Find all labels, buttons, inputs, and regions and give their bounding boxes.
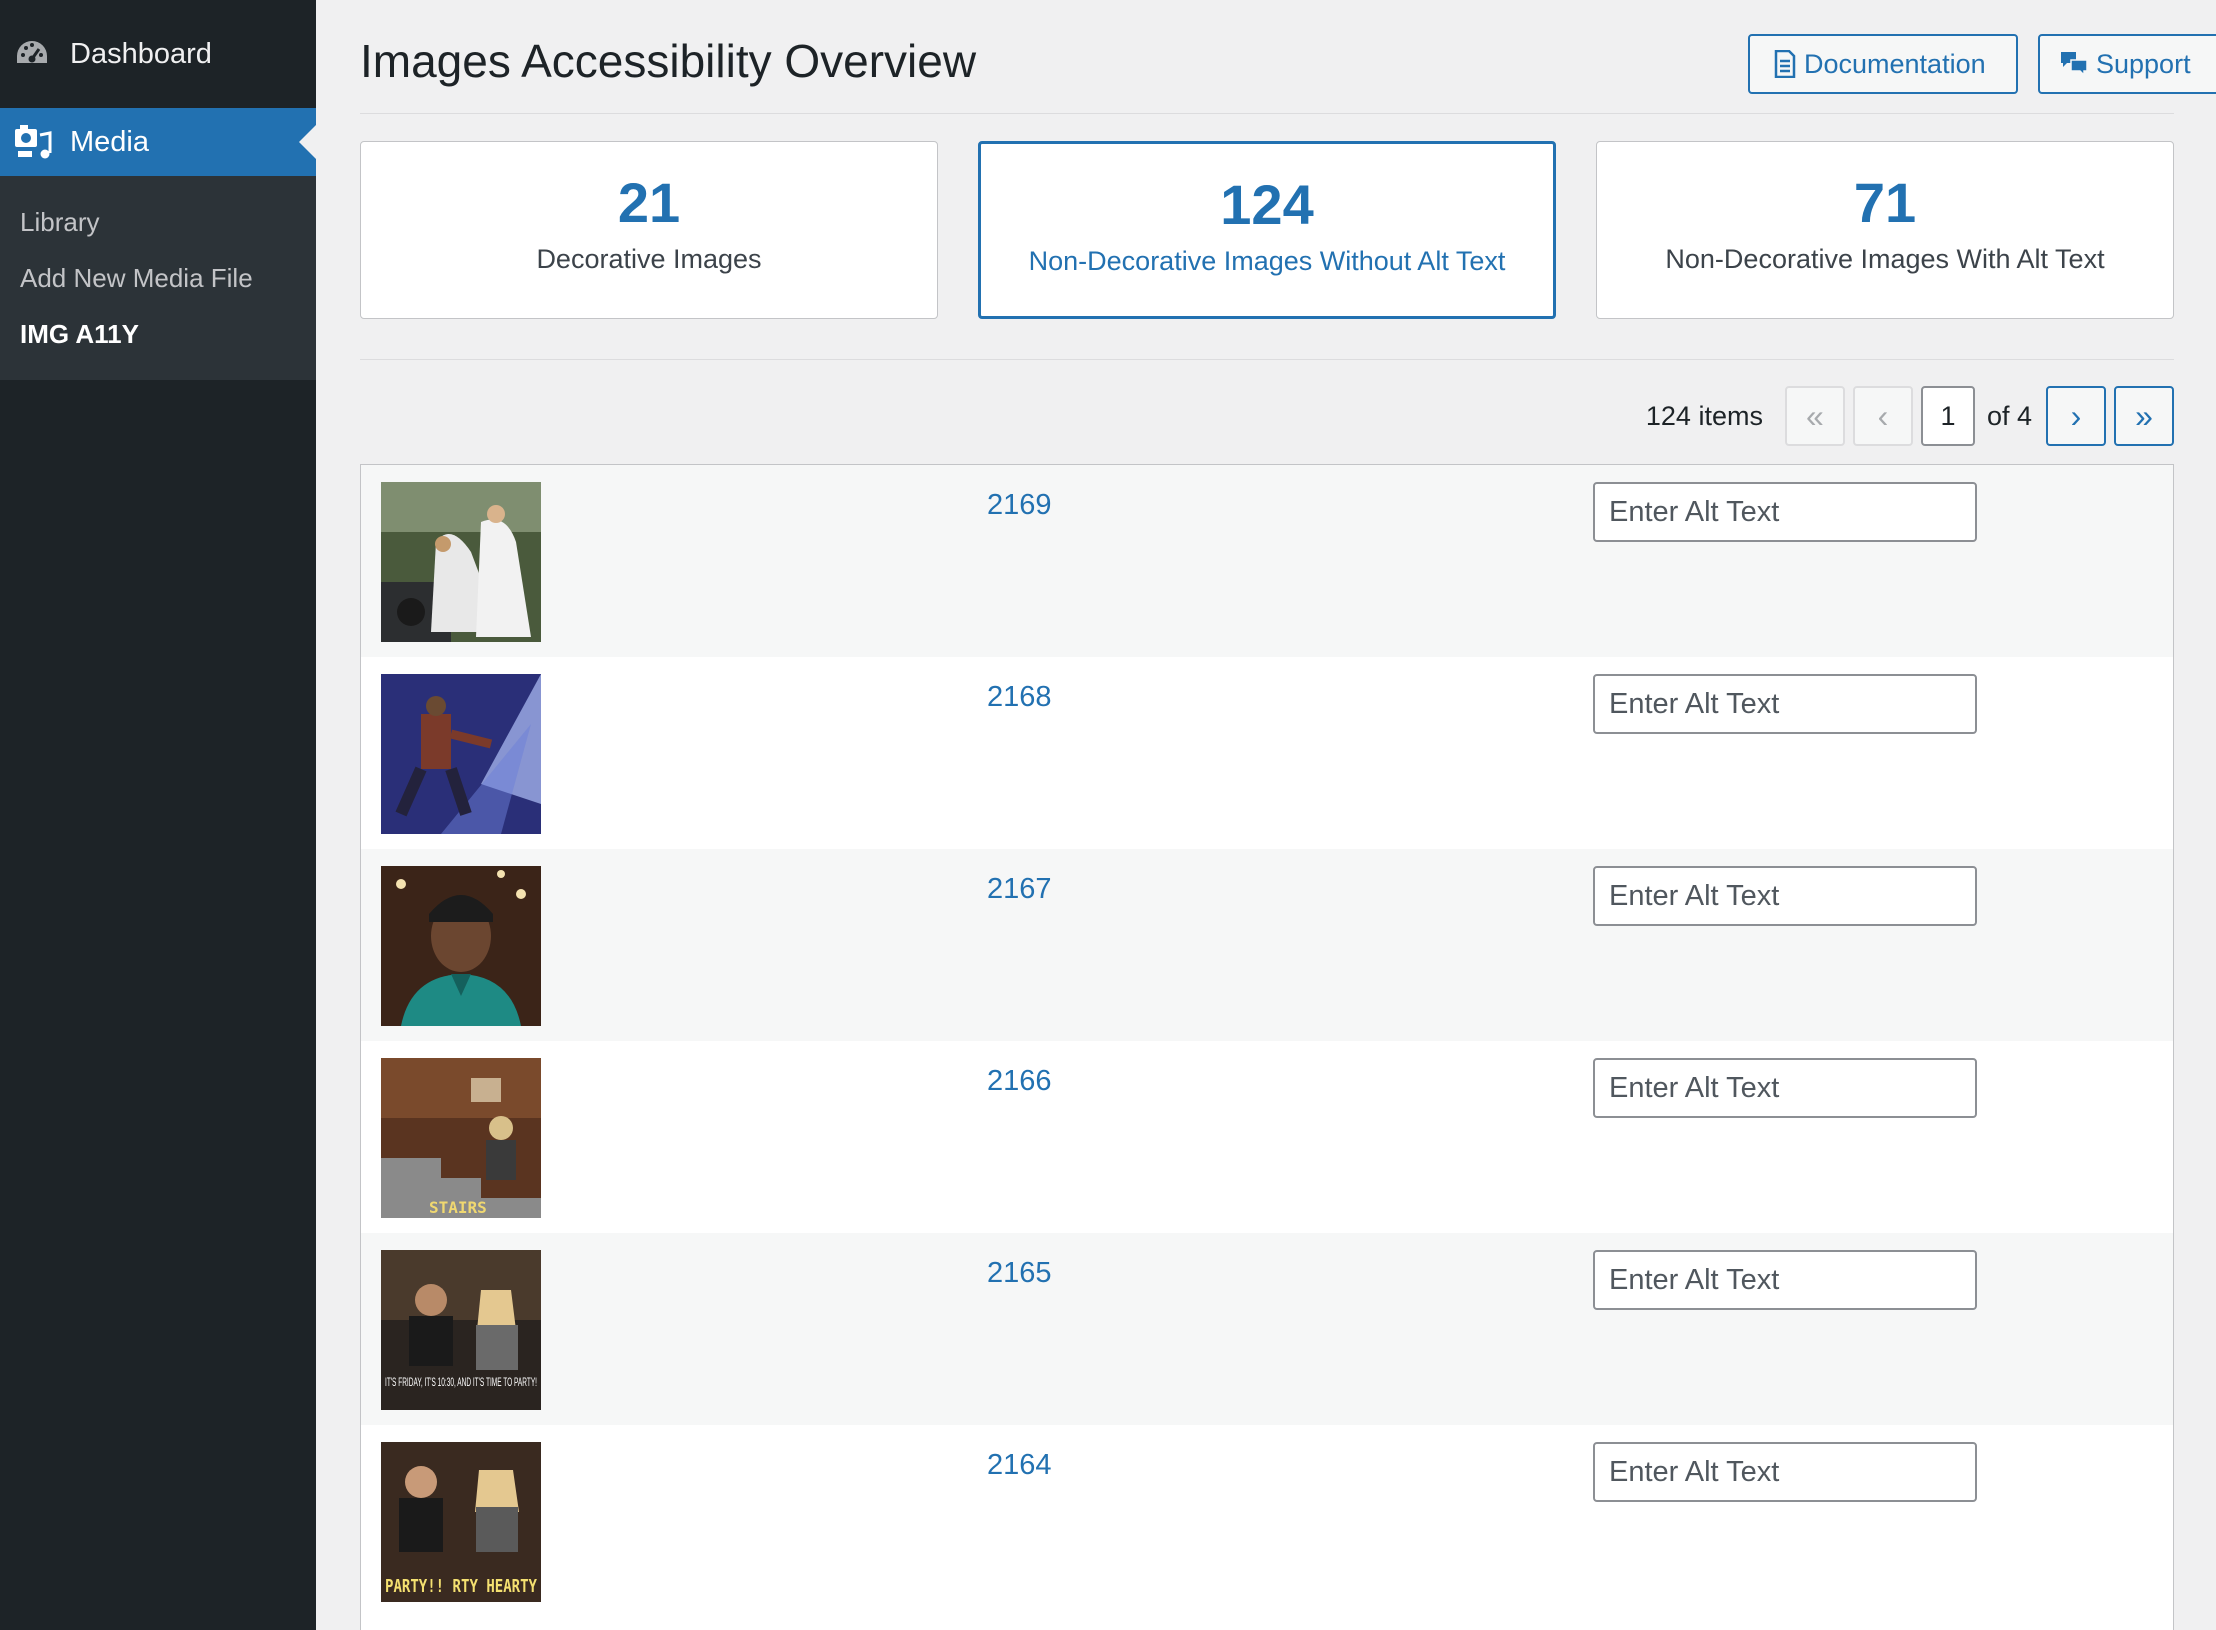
total-pages-label: of 4	[1986, 400, 2032, 431]
images-table: 2169 2168	[360, 464, 2174, 1630]
page-header: Images Accessibility Overview Documentat…	[360, 28, 2216, 114]
next-page-button[interactable]: ›	[2046, 386, 2106, 446]
main-content: Images Accessibility Overview Documentat…	[316, 0, 2216, 1630]
alt-text-input[interactable]	[1593, 1250, 1977, 1310]
alt-text-input[interactable]	[1593, 1442, 1977, 1502]
image-id-link[interactable]: 2166	[987, 1065, 1052, 1098]
menu-item-media-label: Media	[70, 125, 149, 158]
table-row: PARTY!! RTY HEARTY 2164	[361, 1425, 2173, 1617]
admin-sidebar: Dashboard Media Library Add New Media Fi…	[0, 0, 316, 1630]
image-id-link[interactable]: 2164	[987, 1449, 1052, 1482]
first-page-button[interactable]: «	[1784, 386, 1845, 446]
documentation-button[interactable]: Documentation	[1748, 34, 2018, 94]
table-row: STAIRS 2166	[361, 1041, 2173, 1233]
support-button-label: Support	[2096, 48, 2191, 79]
support-button[interactable]: Support	[2038, 34, 2216, 94]
items-count: 124 items	[1645, 400, 1763, 431]
thumbnail-caption: STAIRS	[429, 1198, 487, 1217]
stat-card-with-alt-text[interactable]: 71 Non-Decorative Images With Alt Text	[1596, 141, 2174, 319]
stairs-scene-thumbnail: STAIRS	[381, 1058, 541, 1218]
wedding-photo-thumbnail	[381, 482, 541, 642]
menu-item-media[interactable]: Media	[0, 108, 316, 176]
dashboard-gauge-icon	[14, 36, 50, 72]
stage-performer-thumbnail	[381, 674, 541, 834]
pagination: 124 items « ‹ 1 of 4 › »	[1646, 386, 2174, 446]
submenu-item-img-a11y[interactable]: IMG A11Y	[0, 306, 316, 362]
media-icon	[14, 123, 52, 161]
stat-card-decorative[interactable]: 21 Decorative Images	[360, 141, 938, 319]
last-page-button[interactable]: »	[2114, 386, 2174, 446]
alt-text-input[interactable]	[1593, 674, 1977, 734]
submenu-item-library[interactable]: Library	[0, 194, 316, 250]
thumbnail-caption: IT'S FRIDAY, IT'S 10:30, AND IT'S TIME T…	[385, 1375, 537, 1389]
table-row: 2169	[361, 465, 2173, 657]
stat-label: Non-Decorative Images Without Alt Text	[1028, 246, 1506, 276]
stat-card-without-alt-text[interactable]: 124 Non-Decorative Images Without Alt Te…	[978, 141, 1556, 319]
media-submenu: Library Add New Media File IMG A11Y	[0, 176, 316, 380]
stat-count: 21	[617, 171, 681, 234]
alt-text-input[interactable]	[1593, 482, 1977, 542]
image-id-link[interactable]: 2167	[987, 873, 1052, 906]
party-hearty-thumbnail: PARTY!! RTY HEARTY	[381, 1442, 541, 1602]
current-menu-arrow	[299, 125, 316, 159]
stat-count: 124	[1220, 173, 1314, 236]
thumbnail-caption: PARTY!! RTY HEARTY	[385, 1576, 537, 1597]
alt-text-input[interactable]	[1593, 866, 1977, 926]
table-row: 2167	[361, 849, 2173, 1041]
documentation-button-label: Documentation	[1804, 48, 1986, 79]
table-row: IT'S FRIDAY, IT'S 10:30, AND IT'S TIME T…	[361, 1233, 2173, 1425]
man-portrait-thumbnail	[381, 866, 541, 1026]
party-scene-thumbnail: IT'S FRIDAY, IT'S 10:30, AND IT'S TIME T…	[381, 1250, 541, 1410]
stat-count: 71	[1853, 171, 1917, 234]
table-row: 2168	[361, 657, 2173, 849]
image-id-link[interactable]: 2169	[987, 489, 1052, 522]
submenu-item-add-new-media-file[interactable]: Add New Media File	[0, 250, 316, 306]
stat-label: Non-Decorative Images With Alt Text	[1665, 244, 2105, 274]
menu-item-dashboard-label: Dashboard	[70, 37, 212, 70]
speech-bubbles-icon	[2060, 50, 2088, 78]
image-id-link[interactable]: 2165	[987, 1257, 1052, 1290]
alt-text-input[interactable]	[1593, 1058, 1977, 1118]
stat-label: Decorative Images	[536, 244, 762, 274]
page-title: Images Accessibility Overview	[360, 35, 977, 87]
current-page-input[interactable]: 1	[1920, 386, 1975, 446]
document-icon	[1774, 50, 1796, 78]
menu-item-dashboard[interactable]: Dashboard	[0, 0, 316, 108]
section-divider	[360, 359, 2174, 360]
prev-page-button[interactable]: ‹	[1852, 386, 1913, 446]
stats-cards: 21 Decorative Images 124 Non-Decorative …	[360, 141, 2174, 319]
image-id-link[interactable]: 2168	[987, 681, 1052, 714]
